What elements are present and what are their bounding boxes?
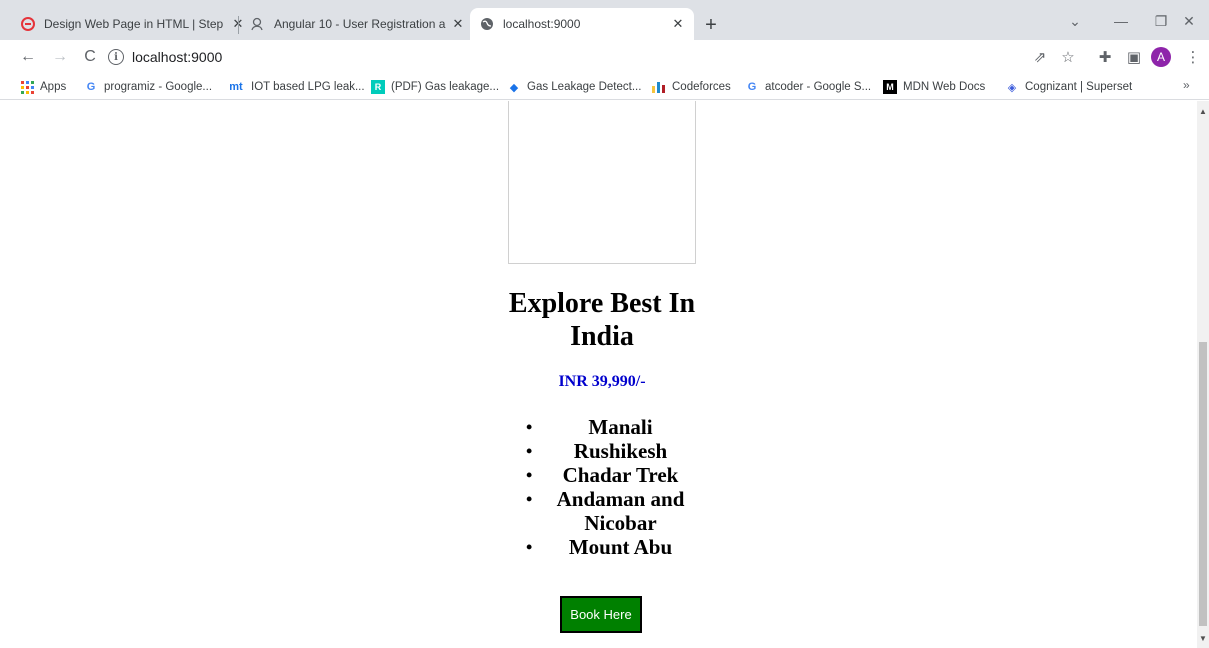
tab-title: Design Web Page in HTML | Step	[44, 17, 224, 31]
bookmark-label: programiz - Google...	[104, 81, 213, 93]
vertical-scrollbar[interactable]: ▲ ▼	[1197, 101, 1209, 648]
codeforces-icon	[652, 80, 666, 94]
close-tab-icon[interactable]: ✕	[450, 16, 466, 32]
scroll-down-arrow-icon[interactable]: ▼	[1197, 632, 1209, 644]
new-tab-button[interactable]: +	[697, 11, 725, 39]
reload-button[interactable]: C	[78, 45, 102, 69]
forward-button[interactable]: →	[48, 45, 72, 69]
tab-separator	[238, 16, 239, 34]
tab-localhost[interactable]: localhost:9000 ✕	[470, 8, 694, 40]
url-text: localhost:9000	[132, 49, 223, 65]
tour-price: INR 39,990/-	[558, 373, 646, 390]
cognizant-icon: ◈	[1007, 81, 1017, 94]
mdn-icon: M	[883, 80, 897, 94]
bookmark-label: Apps	[40, 81, 67, 93]
bookmark-atcoder[interactable]: G atcoder - Google S...	[745, 79, 871, 95]
bookmark-label: MDN Web Docs	[903, 81, 986, 93]
tab-design-web-page[interactable]: Design Web Page in HTML | Step ✕	[20, 8, 246, 40]
bookmark-star-icon[interactable]: ☆	[1058, 47, 1078, 67]
tab-title: localhost:9000	[503, 17, 581, 31]
scroll-up-arrow-icon[interactable]: ▲	[1197, 105, 1209, 117]
bookmark-mdn[interactable]: M MDN Web Docs	[883, 79, 985, 95]
share-icon[interactable]: ⇗	[1030, 47, 1050, 67]
address-bar[interactable]: i localhost:9000	[108, 44, 1108, 70]
tab-title: Angular 10 - User Registration ar	[274, 17, 446, 31]
tour-image	[508, 101, 696, 264]
bookmark-cognizant[interactable]: ◈ Cognizant | Superset	[1005, 79, 1132, 95]
bookmark-pdf-gas[interactable]: R (PDF) Gas leakage...	[371, 79, 499, 95]
tab-angular-registration[interactable]: Angular 10 - User Registration ar ✕	[250, 8, 466, 40]
bookmark-label: IOT based LPG leak...	[251, 81, 365, 93]
diamond-icon: ◆	[509, 81, 519, 94]
side-panel-icon[interactable]: ▣	[1124, 47, 1144, 67]
destination-item: Manali	[526, 415, 689, 439]
bookmark-programiz[interactable]: G programiz - Google...	[84, 79, 212, 95]
globe-icon	[479, 16, 495, 32]
bookmark-label: atcoder - Google S...	[765, 81, 872, 93]
extensions-icon[interactable]: ✚	[1095, 47, 1115, 67]
bookmark-codeforces[interactable]: Codeforces	[652, 79, 731, 95]
google-icon: G	[86, 81, 96, 93]
close-tab-icon[interactable]: ✕	[670, 16, 686, 32]
google-icon: G	[747, 81, 757, 93]
destination-item: Mount Abu	[526, 535, 689, 559]
bookmark-label: Gas Leakage Detect...	[527, 81, 642, 93]
bookmarks-bar: Apps G programiz - Google... mt IOT base…	[0, 74, 1209, 100]
apps-grid-icon	[20, 80, 34, 94]
destination-item: Andaman and Nicobar	[526, 487, 689, 535]
more-bookmarks-button[interactable]: »	[1183, 78, 1190, 92]
bookmark-label: (PDF) Gas leakage...	[391, 81, 500, 93]
back-button[interactable]: ←	[16, 45, 40, 69]
bookmark-apps[interactable]: Apps	[20, 79, 66, 95]
bookmark-label: Cognizant | Superset	[1025, 81, 1133, 93]
bookmark-gas-leakage-detect[interactable]: ◆ Gas Leakage Detect...	[507, 79, 642, 95]
book-here-button[interactable]: Book Here	[560, 596, 642, 633]
tour-title: Explore Best In India	[508, 288, 696, 352]
researchgate-icon: R	[371, 80, 385, 94]
destination-list: Manali Rushikesh Chadar Trek Andaman and…	[526, 415, 689, 559]
browser-toolbar: ← → C i localhost:9000 ⇗ ☆ ✚ ▣ ⋮	[0, 40, 1209, 74]
page-viewport: Explore Best In India INR 39,990/- Manal…	[0, 101, 1197, 648]
close-window-button[interactable]: ✕	[1166, 8, 1209, 34]
edureka-icon	[20, 16, 36, 32]
menu-icon[interactable]: ⋮	[1183, 47, 1203, 67]
tab-strip: Design Web Page in HTML | Step ✕ Angular…	[0, 0, 1209, 40]
tab-search-icon[interactable]: ⌄	[1052, 8, 1098, 34]
destination-item: Chadar Trek	[526, 463, 689, 487]
scrollbar-thumb[interactable]	[1199, 342, 1207, 626]
site-info-icon[interactable]: i	[108, 49, 124, 65]
destination-item: Rushikesh	[526, 439, 689, 463]
bookmark-iot-lpg[interactable]: mt IOT based LPG leak...	[227, 79, 365, 95]
profile-avatar[interactable]: A	[1151, 47, 1171, 67]
user-icon	[250, 16, 266, 32]
mt-icon: mt	[229, 81, 243, 93]
bookmark-label: Codeforces	[672, 81, 731, 93]
